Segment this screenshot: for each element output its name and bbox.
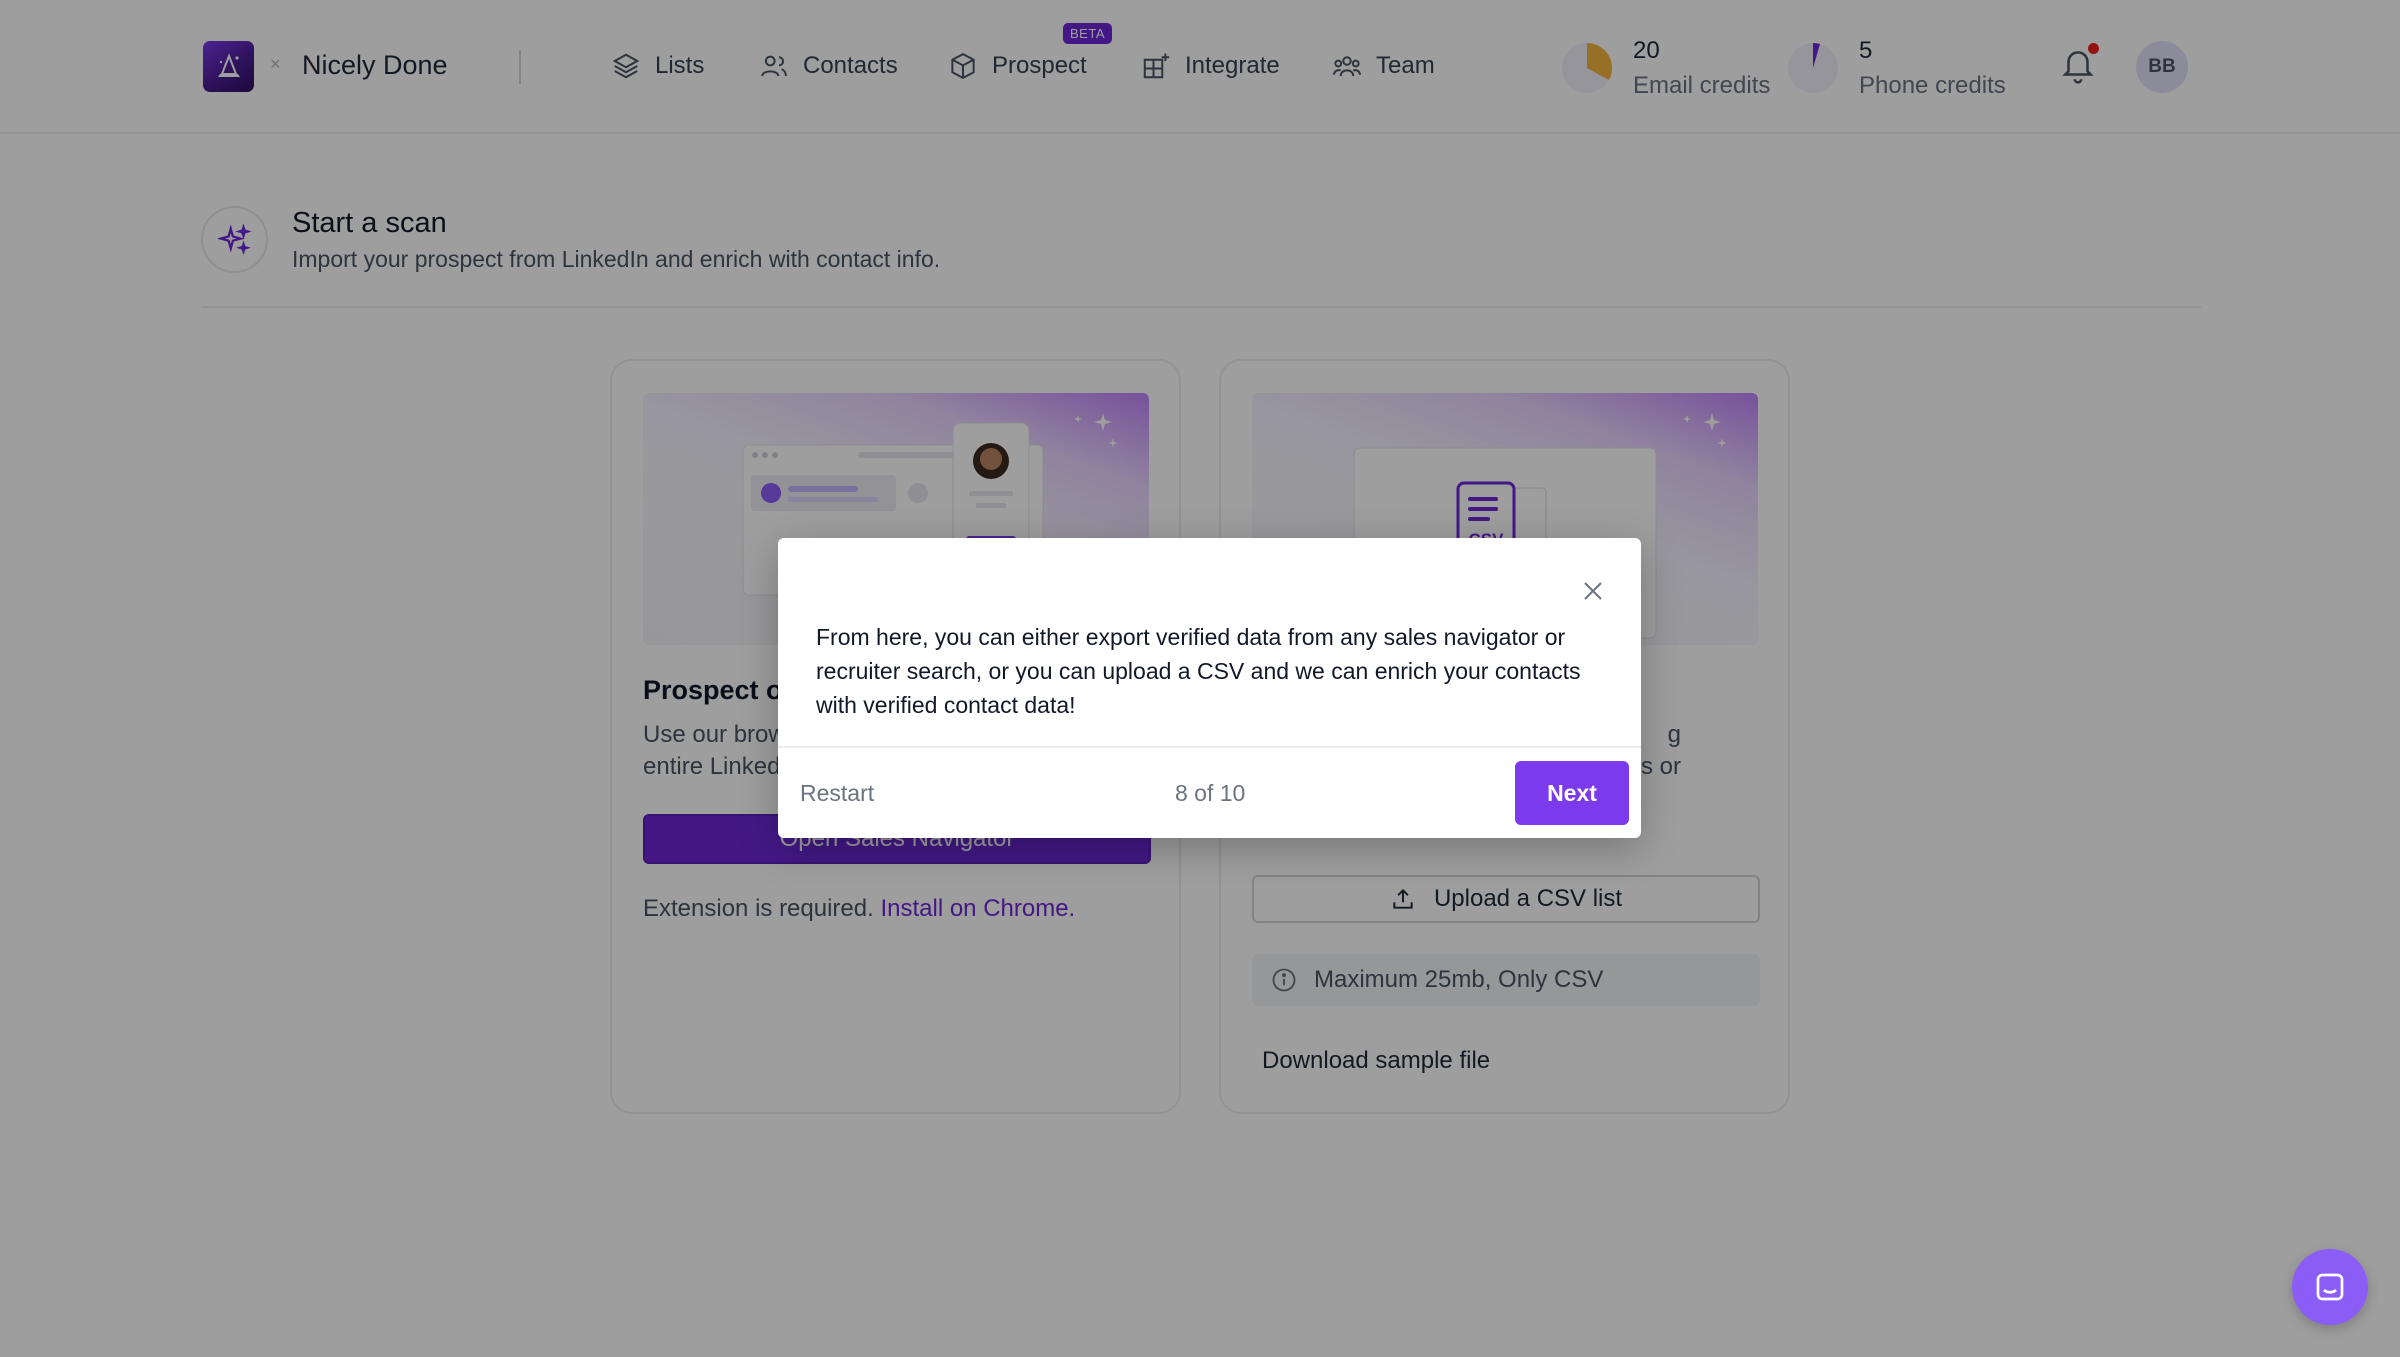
close-icon <box>1584 582 1602 600</box>
tour-close-button[interactable] <box>1578 576 1608 606</box>
tour-step-progress: 8 of 10 <box>1175 780 1246 806</box>
chat-icon <box>2316 1273 2344 1301</box>
tour-next-button[interactable]: Next <box>1515 761 1629 825</box>
tour-step-text: From here, you can either export verifie… <box>816 624 1581 718</box>
product-tour-popover: From here, you can either export verifie… <box>778 538 1641 838</box>
tour-restart-button[interactable]: Restart <box>800 780 874 807</box>
tour-footer-divider <box>778 746 1641 748</box>
chat-launcher-button[interactable] <box>2292 1249 2368 1325</box>
